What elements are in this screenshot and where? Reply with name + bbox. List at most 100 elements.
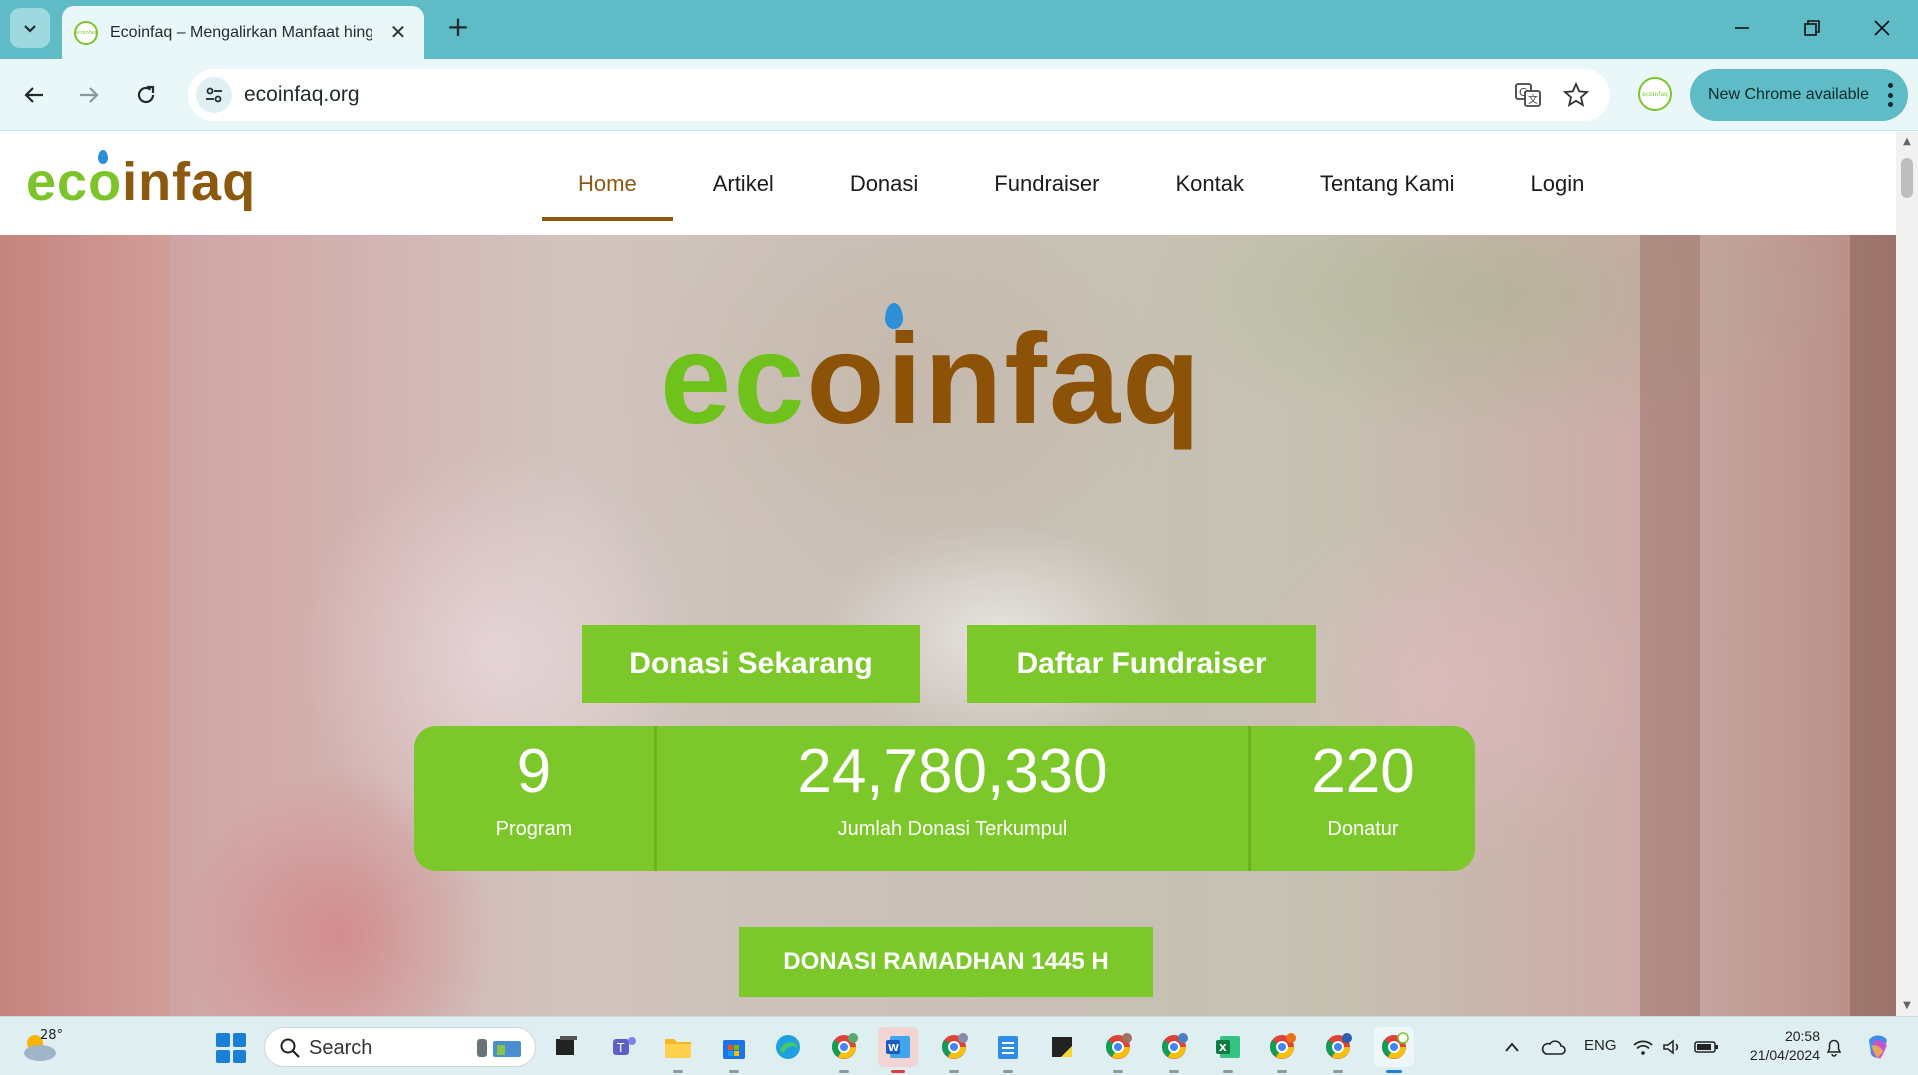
clock-date: 21/04/2024 [1749,1047,1820,1063]
weather-widget[interactable]: 28° [20,1027,63,1065]
nav-artikel[interactable]: Artikel [675,132,812,235]
chrome-profile-4-app[interactable] [1154,1027,1194,1073]
star-icon [1563,82,1589,107]
chrome-icon [1270,1033,1296,1059]
chrome-profile-1-app[interactable] [824,1027,864,1073]
water-drop-icon [98,150,109,164]
site-logo[interactable]: eco infaq [26,150,256,214]
scroll-up-icon[interactable]: ▲ [1901,136,1913,148]
word-app[interactable]: W [878,1027,918,1073]
back-button[interactable] [14,75,54,115]
nav-donasi[interactable]: Donasi [812,132,956,235]
wifi-tray[interactable] [1628,1027,1658,1067]
address-bar[interactable]: ecoinfaq.org G文 [188,69,1610,121]
chrome-profile-6-app[interactable] [1318,1027,1358,1073]
copilot-button[interactable] [1858,1027,1898,1067]
bookmark-button[interactable] [1560,79,1592,111]
edge-icon [776,1035,800,1059]
edge-app[interactable] [768,1027,808,1067]
page-scrollbar[interactable]: ▲ ▼ [1896,132,1918,1016]
hero-logo-eco-text: ec [660,308,807,451]
donasi-ramadhan-button[interactable]: DONASI RAMADHAN 1445 H [739,927,1153,997]
start-button[interactable] [216,1033,246,1063]
translate-button[interactable]: G文 [1512,79,1544,111]
sticky-notes-app[interactable] [1042,1027,1082,1067]
update-label: New Chrome available [1708,86,1869,103]
svg-text:T: T [616,1041,625,1055]
svg-text:文: 文 [1528,93,1538,106]
scroll-thumb[interactable] [1901,158,1913,198]
hero-section: ecoinfaq Donasi Sekarang Daftar Fundrais… [0,235,1896,1016]
nav-fundraiser[interactable]: Fundraiser [956,132,1137,235]
chrome-icon [832,1033,858,1059]
browser-toolbar: ecoinfaq.org G文 ecoinfaq New Chrome avai… [0,59,1918,131]
hero-logo-infaq-text: infaq [886,308,1203,451]
close-window-button[interactable] [1852,6,1912,50]
restore-button[interactable] [1782,6,1842,50]
water-drop-icon [885,303,903,329]
logo-eco-text: ec [26,152,89,212]
chrome-icon [1382,1032,1409,1059]
chrome-profile-2-app[interactable] [934,1027,974,1073]
chrome-update-button[interactable]: New Chrome available [1690,69,1908,121]
browser-tab-strip: ecoinfaq Ecoinfaq – Mengalirkan Manfaat … [0,0,1918,59]
donasi-sekarang-button[interactable]: Donasi Sekarang [582,625,920,703]
windows-taskbar: 28° Search T W X ENG 20:58 21/04/2024 [0,1016,1918,1075]
folder-icon [665,1039,691,1058]
cloud-icon [1541,1040,1566,1055]
stat-total-donation: 24,780,330 Jumlah Donasi Terkumpul [654,726,1248,871]
stat-total-donation-value: 24,780,330 [797,737,1108,806]
chrome-profile-3-app[interactable] [1098,1027,1138,1073]
svg-text:W: W [888,1043,899,1054]
volume-tray[interactable] [1658,1027,1688,1067]
store-icon [723,1040,745,1059]
nav-kontak[interactable]: Kontak [1137,132,1282,235]
teams-app[interactable]: T [604,1027,644,1067]
notepad-app[interactable] [988,1027,1028,1073]
show-hidden-icons-button[interactable] [1492,1027,1532,1067]
task-view-button[interactable] [546,1027,586,1067]
language-indicator[interactable]: ENG [1584,1037,1617,1054]
nav-home[interactable]: Home [540,132,675,235]
stats-panel: 9 Program 24,780,330 Jumlah Donasi Terku… [414,726,1475,871]
notifications-button[interactable] [1818,1027,1850,1067]
system-clock[interactable]: 20:58 21/04/2024 [1736,1027,1820,1065]
chevron-up-icon [1505,1042,1519,1052]
forward-button[interactable] [69,75,109,115]
tune-icon [206,87,222,103]
more-menu-icon[interactable] [1886,83,1894,107]
minimize-button[interactable] [1712,6,1772,50]
chrome-icon [1106,1033,1132,1059]
reload-button[interactable] [126,75,166,115]
microsoft-store-app[interactable] [714,1027,754,1073]
nav-tentang-kami[interactable]: Tentang Kami [1282,132,1493,235]
browser-tab[interactable]: ecoinfaq Ecoinfaq – Mengalirkan Manfaat … [62,6,424,59]
chrome-icon [1326,1033,1352,1059]
search-highlight-icon [477,1039,521,1057]
file-explorer-app[interactable] [658,1027,698,1073]
nav-login[interactable]: Login [1492,132,1622,235]
excel-app[interactable]: X [1208,1027,1248,1073]
profile-text: ecoinfaq [1642,90,1668,98]
close-tab-icon[interactable]: ✕ [386,20,410,44]
minimize-icon [1735,27,1749,29]
site-info-button[interactable] [196,77,232,113]
stat-donatur-label: Donatur [1327,818,1399,840]
hero-logo: ecoinfaq [660,303,1220,445]
tab-search-button[interactable] [10,8,50,48]
chrome-ecoinfaq-app[interactable] [1374,1027,1414,1073]
chrome-profile-5-app[interactable] [1262,1027,1302,1073]
profile-avatar-icon[interactable]: ecoinfaq [1638,77,1672,111]
onedrive-tray[interactable] [1534,1027,1572,1067]
battery-tray[interactable] [1690,1027,1724,1067]
daftar-fundraiser-button[interactable]: Daftar Fundraiser [967,625,1316,703]
new-tab-button[interactable]: + [440,10,476,46]
taskbar-search[interactable]: Search [264,1027,536,1067]
copilot-icon [1869,1035,1887,1059]
scroll-down-icon[interactable]: ▼ [1901,1000,1913,1012]
logo-infaq-text: infaq [122,152,257,212]
close-icon [1874,20,1890,36]
word-icon: W [886,1036,910,1058]
site-header: eco infaq Home Artikel Donasi Fundraiser … [0,132,1896,235]
arrow-left-icon [24,87,43,103]
